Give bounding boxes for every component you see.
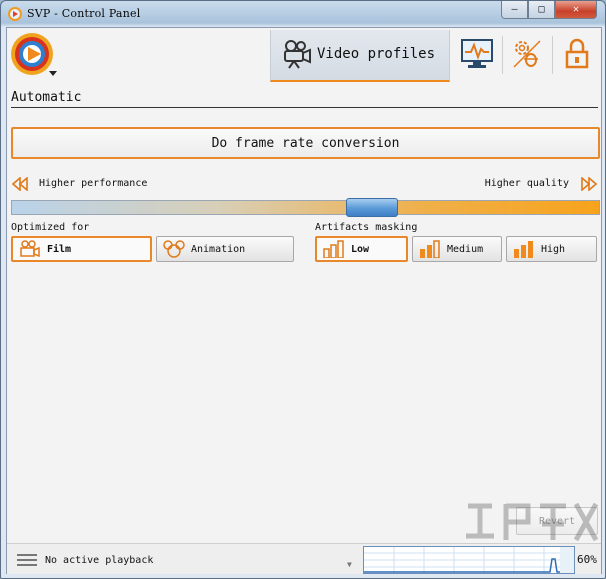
masking-high-label: High bbox=[541, 243, 566, 255]
bars-icon bbox=[323, 240, 344, 258]
tab-monitor[interactable] bbox=[457, 34, 497, 74]
dropdown-arrow-icon[interactable]: ▼ bbox=[347, 560, 352, 569]
bars-icon bbox=[420, 240, 440, 258]
minimize-button[interactable]: – bbox=[501, 1, 528, 19]
video-camera-icon bbox=[284, 40, 311, 69]
profile-name: Automatic bbox=[11, 90, 82, 105]
higher-performance-label: Higher performance bbox=[39, 178, 148, 189]
monitor-icon bbox=[461, 39, 493, 68]
masking-low-button[interactable]: Low bbox=[315, 236, 408, 262]
film-button[interactable]: Film bbox=[11, 236, 152, 262]
fast-forward-icon[interactable] bbox=[581, 177, 597, 191]
masking-medium-label: Medium bbox=[447, 243, 484, 255]
section-divider bbox=[11, 107, 598, 108]
main-window: SVP - Control Panel – □ ✕ Video profiles… bbox=[0, 0, 606, 579]
menu-icon[interactable] bbox=[17, 553, 37, 567]
control-panel: Video profiles Automatic Do frame rate c… bbox=[6, 27, 602, 574]
window-controls: – □ ✕ bbox=[501, 1, 597, 19]
app-icon bbox=[8, 7, 22, 21]
artifacts-masking-label: Artifacts masking bbox=[315, 222, 418, 233]
optimized-for-label: Optimized for bbox=[11, 222, 90, 233]
quality-slider-track[interactable] bbox=[11, 200, 600, 215]
rewind-icon[interactable] bbox=[12, 177, 28, 191]
tab-video-profiles[interactable]: Video profiles bbox=[270, 30, 450, 82]
higher-quality-label: Higher quality bbox=[484, 178, 569, 189]
settings-bug-icon bbox=[513, 40, 541, 68]
masking-low-label: Low bbox=[351, 243, 370, 255]
frame-rate-conversion-button[interactable]: Do frame rate conversion bbox=[11, 127, 600, 159]
quality-slider-thumb[interactable] bbox=[346, 198, 398, 217]
lock-icon bbox=[565, 38, 589, 69]
film-label: Film bbox=[47, 243, 72, 255]
close-button[interactable]: ✕ bbox=[555, 1, 597, 19]
masking-high-button[interactable]: High bbox=[506, 236, 597, 262]
animation-label: Animation bbox=[191, 243, 246, 255]
tab-separator bbox=[552, 36, 553, 74]
maximize-button[interactable]: □ bbox=[528, 1, 555, 19]
window-title: SVP - Control Panel bbox=[27, 7, 141, 20]
tab-separator bbox=[502, 36, 503, 74]
bars-icon bbox=[514, 241, 533, 258]
header-bar: Video profiles bbox=[7, 28, 601, 82]
svp-logo-icon[interactable] bbox=[9, 31, 59, 81]
title-bar[interactable]: SVP - Control Panel – □ ✕ bbox=[1, 1, 605, 27]
animation-button[interactable]: Animation bbox=[156, 236, 294, 262]
playback-status: No active playback bbox=[45, 555, 154, 566]
masking-medium-button[interactable]: Medium bbox=[412, 236, 502, 262]
watermark-logo bbox=[466, 502, 599, 542]
mouse-head-icon bbox=[163, 240, 185, 258]
tab-video-profiles-label: Video profiles bbox=[317, 46, 436, 62]
film-camera-icon bbox=[20, 240, 40, 258]
tab-settings[interactable] bbox=[507, 34, 547, 74]
tab-lock[interactable] bbox=[557, 34, 597, 74]
